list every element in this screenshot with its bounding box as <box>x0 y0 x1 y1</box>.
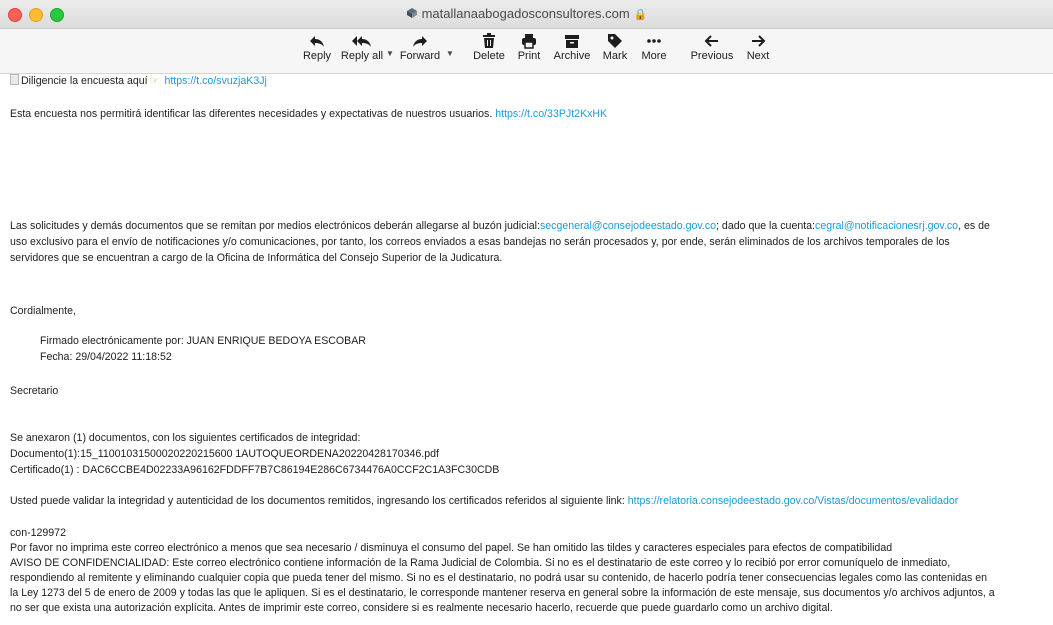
printer-icon <box>522 34 536 49</box>
footer-line-2: AVISO DE CONFIDENCIALIDAD: Este correo e… <box>10 557 951 569</box>
archive-box-icon <box>565 35 579 48</box>
reply-all-label: Reply all <box>340 50 384 62</box>
notice-line-2: uso exclusivo para el envío de notificac… <box>10 236 950 248</box>
reply-all-icon <box>352 36 371 47</box>
mark-button[interactable]: Mark <box>599 33 631 71</box>
closing-text: Cordialmente, <box>10 305 76 317</box>
forward-button[interactable]: Forward <box>398 33 442 71</box>
tag-icon <box>608 34 622 48</box>
footer-line-1: Por favor no imprima este correo electró… <box>10 542 893 554</box>
cegral-email-link[interactable]: cegral@notificacionesrj.gov.co <box>815 220 958 232</box>
validation-link[interactable]: https://relatoria.consejodeestado.gov.co… <box>628 495 959 507</box>
survey-paragraph: Esta encuesta nos permitirá identificar … <box>10 107 607 122</box>
trash-icon <box>483 33 495 48</box>
site-icon <box>406 8 417 18</box>
notice-text-1a: Las solicitudes y demás documentos que s… <box>10 220 540 232</box>
survey-line: Diligencie la encuesta aquí ☞ https://t.c… <box>10 74 267 89</box>
mark-label: Mark <box>602 50 628 62</box>
previous-button[interactable]: Previous <box>689 33 735 71</box>
reply-button[interactable]: Reply <box>302 33 332 71</box>
notice-text-1b: ; dado que la cuenta: <box>716 220 816 232</box>
previous-label: Previous <box>690 50 734 62</box>
message-toolbar: Reply Reply all ▼ Forward ▼ Delete Print… <box>0 29 1053 74</box>
survey-text: Diligencie la encuesta aquí <box>21 75 148 87</box>
survey-paragraph-text: Esta encuesta nos permitirá identificar … <box>10 108 493 120</box>
notice-text-1c: , es de <box>958 220 990 232</box>
reply-label: Reply <box>302 50 332 62</box>
forward-label: Forward <box>399 50 441 62</box>
reference-code-text: con-129972 <box>10 527 66 539</box>
delete-label: Delete <box>473 50 505 62</box>
document-icon <box>10 74 19 85</box>
print-label: Print <box>517 50 541 62</box>
reply-icon <box>310 36 324 47</box>
secgeneral-email-link[interactable]: secgeneral@consejodeestado.gov.co <box>540 220 716 232</box>
archive-label: Archive <box>553 50 591 62</box>
survey-paragraph-link[interactable]: https://t.co/33PJt2KxHK <box>495 108 607 120</box>
footer-line-5: no ser que exista una autorización explí… <box>10 602 833 614</box>
pointing-hand-icon: ☞ <box>149 75 160 87</box>
footer-line-3: respondiendo al remitente y eliminando c… <box>10 572 987 584</box>
signature-date-text: Fecha: 29/04/2022 11:18:52 <box>40 351 172 363</box>
arrow-left-icon <box>704 35 718 47</box>
archive-button[interactable]: Archive <box>551 33 593 71</box>
attachment-document-text: Documento(1):15_11001031500020220215600 … <box>10 448 439 460</box>
survey-link[interactable]: https://t.co/svuzjaK3Jj <box>164 75 266 87</box>
more-dots-icon <box>647 39 661 43</box>
more-label: More <box>641 50 667 62</box>
attachment-certificate-text: Certificado(1) : DAC6CCBE4D02233A96162FD… <box>10 464 500 476</box>
signer-role-text: Secretario <box>10 385 59 397</box>
validation-text: Usted puede validar la integridad y aute… <box>10 495 625 507</box>
forward-chevron-down-icon[interactable]: ▼ <box>446 49 454 58</box>
validation-line: Usted puede validar la integridad y aute… <box>10 494 958 509</box>
forward-icon <box>413 36 427 47</box>
lock-icon: 🔒 <box>633 9 648 21</box>
signed-by-text: Firmado electrónicamente por: JUAN ENRIQ… <box>40 335 366 347</box>
more-button[interactable]: More <box>638 33 670 71</box>
next-button[interactable]: Next <box>743 33 773 71</box>
message-body: Diligencie la encuesta aquí ☞ https://t.c… <box>0 74 1053 625</box>
notice-line-1: Las solicitudes y demás documentos que s… <box>10 219 990 234</box>
notice-line-3: servidores que se encuentran a cargo de … <box>10 252 503 264</box>
footer-line-4: la Ley 1273 del 5 de enero de 2009 y tod… <box>10 587 995 599</box>
print-button[interactable]: Print <box>514 33 544 71</box>
delete-button[interactable]: Delete <box>470 33 508 71</box>
reply-all-chevron-down-icon[interactable]: ▼ <box>386 49 394 58</box>
reply-all-button[interactable]: Reply all <box>339 33 385 71</box>
attachment-intro-text: Se anexaron (1) documentos, con los sigu… <box>10 432 361 444</box>
arrow-right-icon <box>752 35 766 47</box>
window-title: matallanaabogadosconsultores.com <box>421 6 630 21</box>
title-bar: matallanaabogadosconsultores.com 🔒 <box>0 0 1053 29</box>
window-title-area: matallanaabogadosconsultores.com 🔒 <box>0 6 1053 21</box>
next-label: Next <box>746 50 770 62</box>
mail-window: matallanaabogadosconsultores.com 🔒 Reply … <box>0 0 1053 625</box>
